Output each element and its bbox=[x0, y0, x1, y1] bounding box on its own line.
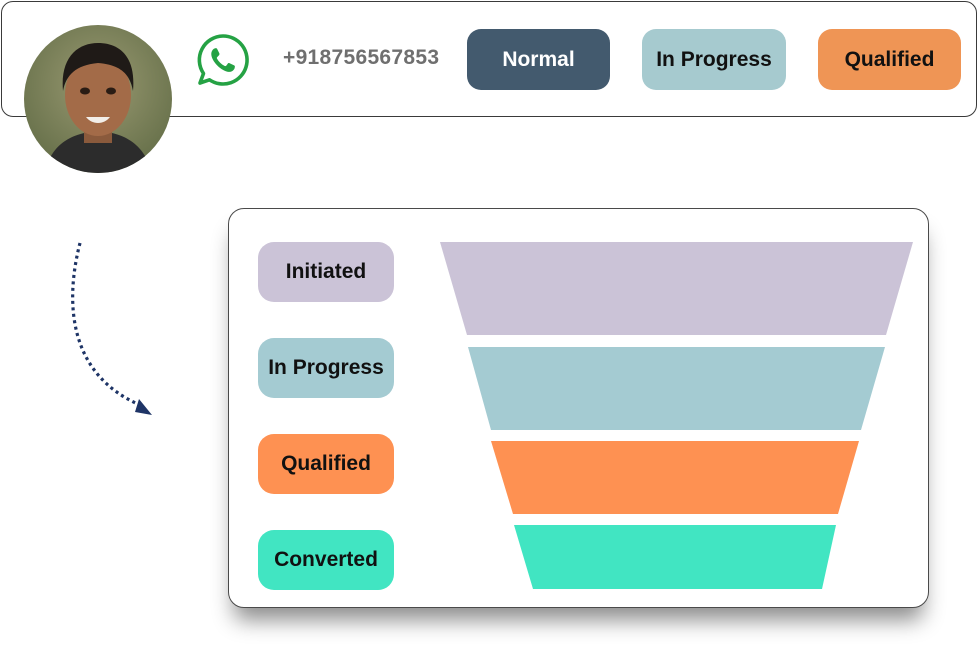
funnel-segment-initiated[interactable] bbox=[440, 242, 913, 335]
avatar[interactable] bbox=[24, 25, 172, 173]
funnel-segment-qualified[interactable] bbox=[491, 441, 859, 514]
funnel-segment-converted[interactable] bbox=[514, 525, 836, 589]
avatar-photo bbox=[24, 25, 172, 173]
funnel-segment-in-progress[interactable] bbox=[468, 347, 885, 430]
